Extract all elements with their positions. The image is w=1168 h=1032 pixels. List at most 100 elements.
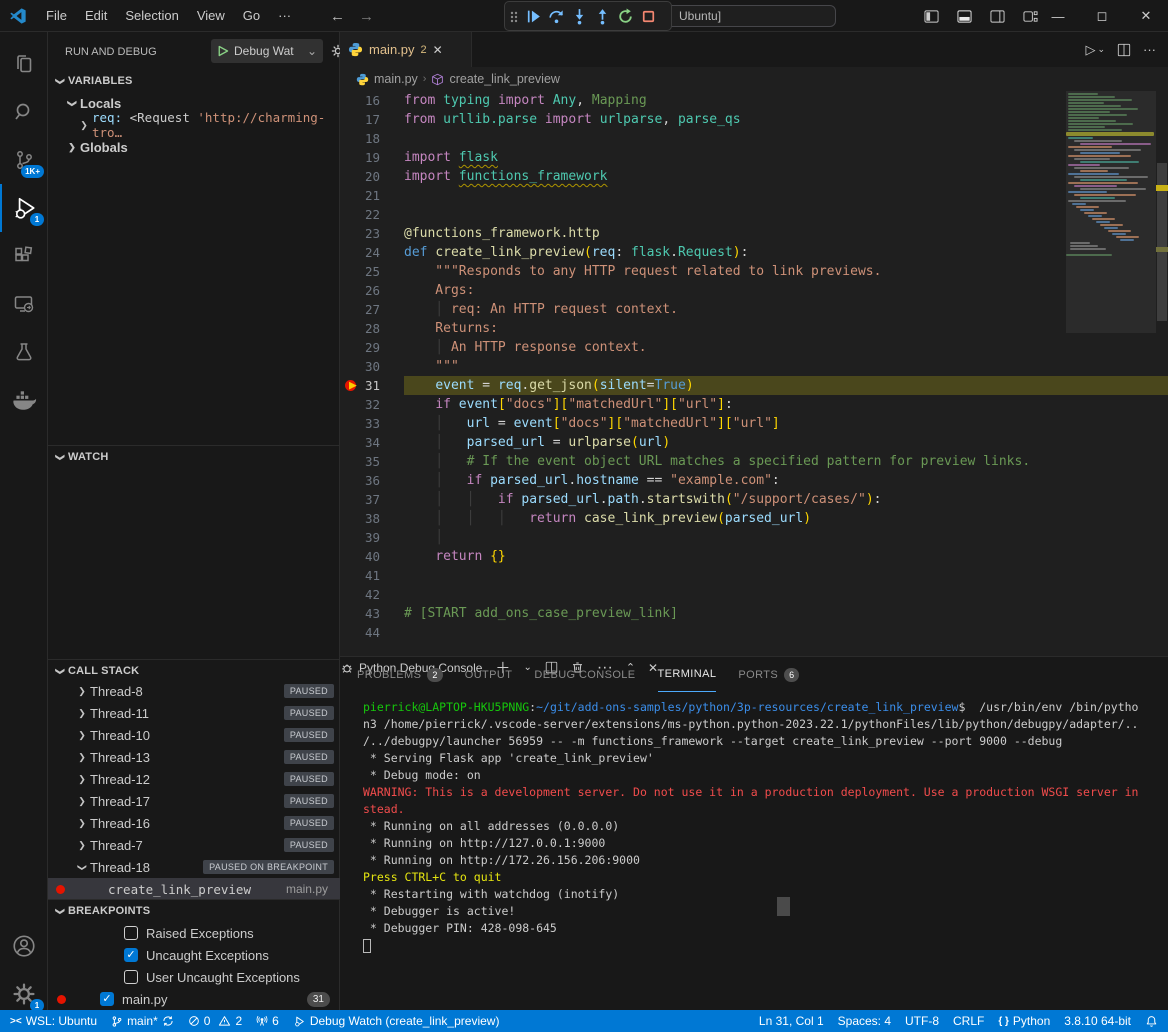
code-text[interactable]: │ │ │ return case_link_preview(parsed_ur… [404, 509, 1168, 528]
line-number[interactable]: 34 [340, 433, 404, 452]
call-stack-thread[interactable]: ❯Thread-10PAUSED [48, 724, 340, 746]
toggle-sidebar-icon[interactable] [924, 9, 939, 24]
panel-tab-debug-console[interactable]: DEBUG CONSOLE [534, 657, 635, 692]
code-line-30[interactable]: 30 """ [340, 357, 1168, 376]
breakpoint-checkbox[interactable] [124, 926, 138, 940]
run-python-file-button[interactable]: ▷⌄ [1085, 42, 1105, 58]
menu-selection[interactable]: Selection [116, 0, 187, 32]
close-button[interactable]: ✕ [1124, 8, 1168, 24]
code-text[interactable]: │ if parsed_url.hostname == "example.com… [404, 471, 1168, 490]
line-number[interactable]: 41 [340, 566, 404, 585]
code-text[interactable]: from urllib.parse import urlparse, parse… [404, 110, 1168, 129]
line-number[interactable]: 22 [340, 205, 404, 224]
code-line-19[interactable]: 19import flask [340, 148, 1168, 167]
activity-remote-explorer[interactable] [0, 280, 48, 328]
variable-req[interactable]: ❯req: <Request 'http://charming-tro… [48, 114, 340, 136]
code-text[interactable]: # [START add_ons_case_preview_link] [404, 604, 1168, 623]
code-text[interactable] [404, 129, 1168, 148]
section-watch[interactable]: ❯WATCH [48, 446, 340, 468]
line-number[interactable]: 26 [340, 281, 404, 300]
debug-config-dropdown[interactable]: Debug Wat ⌄ [211, 39, 323, 63]
code-line-24[interactable]: 24def create_link_preview(req: flask.Req… [340, 243, 1168, 262]
indentation[interactable]: Spaces: 4 [831, 1010, 898, 1032]
code-text[interactable]: │ parsed_url = urlparse(url) [404, 433, 1168, 452]
call-stack-thread[interactable]: ❯Thread-16PAUSED [48, 812, 340, 834]
code-line-28[interactable]: 28 Returns: [340, 319, 1168, 338]
code-line-20[interactable]: 20import functions_framework [340, 167, 1168, 186]
activity-extensions[interactable] [0, 232, 48, 280]
line-number[interactable]: 27 [340, 300, 404, 319]
remote-indicator[interactable]: >< WSL: Ubuntu [0, 1010, 104, 1032]
split-editor-icon[interactable] [1117, 43, 1131, 57]
code-text[interactable] [404, 623, 1168, 642]
code-line-44[interactable]: 44 [340, 623, 1168, 642]
activity-docker[interactable] [0, 376, 48, 424]
code-line-37[interactable]: 37 │ │ if parsed_url.path.startswith("/s… [340, 490, 1168, 509]
line-number[interactable]: 36 [340, 471, 404, 490]
panel-tab-problems[interactable]: PROBLEMS2 [357, 657, 443, 692]
line-number[interactable]: 20 [340, 167, 404, 186]
toggle-secondary-sidebar-icon[interactable] [990, 9, 1005, 24]
breakpoint-row[interactable]: ✓Uncaught Exceptions [48, 944, 340, 966]
code-text[interactable] [404, 566, 1168, 585]
debug-restart-icon[interactable] [617, 8, 634, 25]
code-editor[interactable]: 16from typing import Any, Mapping17from … [340, 91, 1168, 656]
code-line-38[interactable]: 38 │ │ │ return case_link_preview(parsed… [340, 509, 1168, 528]
breadcrumb-symbol[interactable]: create_link_preview [449, 72, 559, 86]
code-line-36[interactable]: 36 │ if parsed_url.hostname == "example.… [340, 471, 1168, 490]
activity-search[interactable] [0, 88, 48, 136]
code-line-17[interactable]: 17from urllib.parse import urlparse, par… [340, 110, 1168, 129]
terminal-output[interactable]: pierrick@LAPTOP-HKU5PNNG:~/git/add-ons-s… [363, 699, 1163, 954]
code-text[interactable]: import flask [404, 148, 1168, 167]
code-text[interactable]: Args: [404, 281, 1168, 300]
line-number[interactable]: 24 [340, 243, 404, 262]
code-text[interactable]: """Responds to any HTTP request related … [404, 262, 1168, 281]
menu-file[interactable]: File [37, 0, 76, 32]
code-line-40[interactable]: 40 return {} [340, 547, 1168, 566]
code-line-31[interactable]: ▶31 event = req.get_json(silent=True) [340, 376, 1168, 395]
breadcrumb-file[interactable]: main.py [374, 72, 418, 86]
section-variables[interactable]: ❯VARIABLES [48, 70, 340, 92]
call-stack-thread[interactable]: ❯Thread-18PAUSED ON BREAKPOINT [48, 856, 340, 878]
minimize-button[interactable]: — [1036, 9, 1080, 24]
code-line-34[interactable]: 34 │ parsed_url = urlparse(url) [340, 433, 1168, 452]
activity-source-control[interactable]: 1K+ [0, 136, 48, 184]
code-text[interactable]: │ │ if parsed_url.path.startswith("/supp… [404, 490, 1168, 509]
run-chevron-icon[interactable]: ⌄ [1097, 44, 1105, 55]
breakpoint-checkbox[interactable] [124, 970, 138, 984]
section-breakpoints[interactable]: ❯BREAKPOINTS [48, 900, 340, 922]
breakpoint-row[interactable]: Raised Exceptions [48, 922, 340, 944]
git-branch-item[interactable]: main* [104, 1010, 181, 1032]
line-number[interactable]: 37 [340, 490, 404, 509]
minimap[interactable] [1066, 91, 1156, 656]
line-number[interactable]: 35 [340, 452, 404, 471]
line-number[interactable]: 33 [340, 414, 404, 433]
activity-explorer[interactable] [0, 40, 48, 88]
line-number[interactable]: 38 [340, 509, 404, 528]
language-mode[interactable]: { }Python [991, 1010, 1057, 1032]
ports-item[interactable]: 6 [249, 1010, 286, 1032]
code-text[interactable]: return {} [404, 547, 1168, 566]
call-stack-thread[interactable]: ❯Thread-13PAUSED [48, 746, 340, 768]
line-number[interactable]: 43 [340, 604, 404, 623]
code-line-32[interactable]: 32 if event["docs"]["matchedUrl"]["url"]… [340, 395, 1168, 414]
maximize-button[interactable]: ◻ [1080, 8, 1124, 24]
code-text[interactable]: event = req.get_json(silent=True) [404, 376, 1168, 395]
toggle-panel-icon[interactable] [957, 9, 972, 24]
code-line-21[interactable]: 21 [340, 186, 1168, 205]
code-line-43[interactable]: 43# [START add_ons_case_preview_link] [340, 604, 1168, 623]
code-text[interactable]: def create_link_preview(req: flask.Reque… [404, 243, 1168, 262]
debug-step-into-icon[interactable] [571, 8, 588, 25]
toolbar-grip-icon[interactable] [509, 8, 519, 24]
activity-run-debug[interactable]: 1 [0, 184, 48, 232]
debug-step-over-icon[interactable] [548, 8, 565, 25]
activity-accounts[interactable] [0, 922, 48, 970]
line-number[interactable]: 23 [340, 224, 404, 243]
code-text[interactable]: """ [404, 357, 1168, 376]
code-line-42[interactable]: 42 [340, 585, 1168, 604]
menu-more[interactable]: ··· [269, 0, 300, 32]
nav-forward-icon[interactable]: → [359, 8, 374, 25]
code-text[interactable]: import functions_framework [404, 167, 1168, 186]
start-debug-icon[interactable] [217, 45, 229, 57]
code-text[interactable]: │ req: An HTTP request context. [404, 300, 1168, 319]
